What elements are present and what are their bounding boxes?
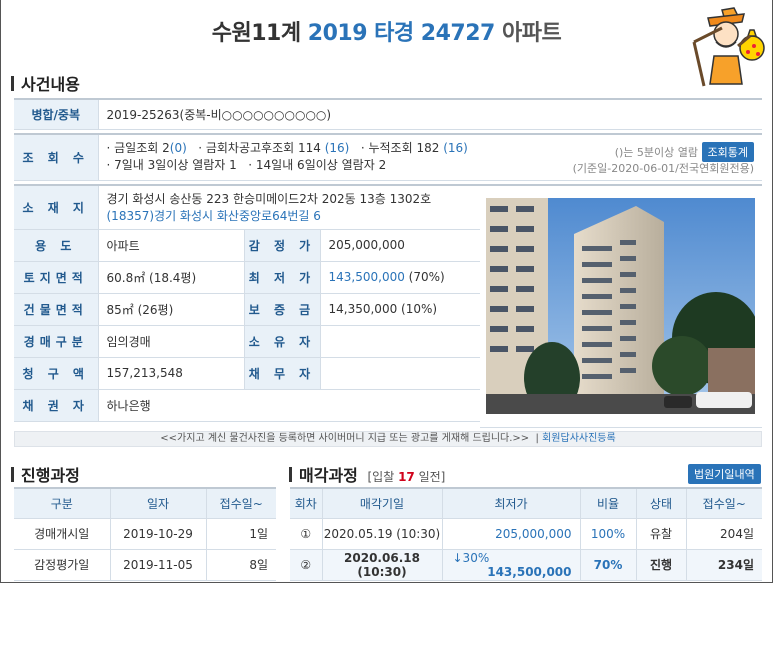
court-name: 수원11계 [211, 21, 301, 46]
claim-value: 157,213,548 [98, 357, 245, 390]
property-type: 아파트 [502, 21, 562, 46]
col-date: 일자 [110, 488, 207, 519]
merged-value: 2019-25263(중복-비○○○○○○○○○○) [98, 99, 762, 130]
col-round: 회차 [290, 488, 323, 519]
views-basis: (기준일-2020-06-01/전국연회원전용) [572, 162, 754, 175]
notice-text: <<가지고 계신 물건사진을 등록하면 사이버머니 지급 또는 광고를 게재해 … [160, 433, 530, 444]
min-price-label: 최 저 가 [244, 261, 321, 294]
table-row: ② 2020.06.18 (10:30) ↓30% 143,500,000 70%… [290, 549, 762, 581]
location-road-link[interactable]: (18357)경기 화성시 화산중앙로64번길 6 [107, 207, 481, 224]
building-area-value: 85㎡ (26평) [98, 293, 245, 326]
property-table: 소 재 지 경기 화성시 송산동 223 한승미메이드2차 202동 13층 1… [14, 184, 480, 422]
location-address: 경기 화성시 송산동 223 한승미메이드2차 202동 13층 1302호 [106, 192, 432, 207]
views-table: 조 회 수 · 금일조회 2(0) · 금회차공고후조회 114 (16) · … [14, 133, 762, 181]
views-stats-button[interactable]: 조회통계 [701, 142, 754, 162]
appraisal-label: 감 정 가 [244, 229, 321, 262]
views-total: 182 [416, 141, 440, 156]
location-value: 경기 화성시 송산동 223 한승미메이드2차 202동 13층 1302호 (… [98, 185, 481, 230]
building-area-label: 건물면적 [14, 293, 99, 326]
register-photo-link[interactable]: 회원답사사진등록 [542, 433, 616, 444]
deposit-value: 14,350,000 (10%) [320, 293, 480, 326]
court-schedule-button[interactable]: 법원기일내역 [688, 464, 761, 484]
owner-value [320, 325, 480, 358]
case-section-heading: 사건내용 [11, 71, 80, 95]
appraisal-value: 205,000,000 [320, 229, 480, 262]
col-days: 접수일~ [206, 488, 276, 519]
creditor-value: 하나은행 [98, 389, 480, 422]
views-value: · 금일조회 2(0) · 금회차공고후조회 114 (16) · 누적조회 1… [98, 134, 762, 181]
col-elapsed: 접수일~ [686, 488, 762, 519]
debtor-label: 채 무 자 [244, 357, 321, 390]
land-area-label: 토지면적 [14, 261, 99, 294]
owner-label: 소 유 자 [244, 325, 321, 358]
usage-value: 아파트 [98, 229, 245, 262]
case-number: 2019 타경 24727 [307, 21, 496, 46]
land-area-value: 60.8㎡ (18.4평) [98, 261, 245, 294]
auction-type-label: 경매구분 [14, 325, 99, 358]
col-min-price: 최저가 [442, 488, 581, 519]
photo-panel [480, 184, 762, 428]
table-row: 경매개시일 2019-10-29 1일 [14, 518, 276, 550]
sale-table: 회차 매각기일 최저가 비율 상태 접수일~ ① 2020.05.19 (10:… [290, 487, 762, 581]
page-title: 수원11계 2019 타경 24727 아파트 [0, 15, 773, 47]
col-rate: 비율 [580, 488, 637, 519]
table-row: 감정평가일 2019-11-05 8일 [14, 549, 276, 581]
views-label: 조 회 수 [14, 134, 99, 181]
table-row: ① 2020.05.19 (10:30) 205,000,000 100% 유찰… [290, 518, 762, 550]
merged-label: 병합/중복 [14, 99, 99, 130]
min-price-value: 143,500,000 (70%) [320, 261, 480, 294]
sale-section-heading: 매각과정 [입찰 17 일전] [289, 462, 445, 486]
col-status: 상태 [636, 488, 687, 519]
debtor-value [320, 357, 480, 390]
views-after: 114 [298, 141, 321, 156]
apartment-photo[interactable] [486, 198, 755, 414]
deposit-label: 보 증 금 [244, 293, 321, 326]
merged-table: 병합/중복 2019-25263(중복-비○○○○○○○○○○) [14, 98, 762, 130]
progress-section-heading: 진행과정 [11, 462, 80, 486]
col-category: 구분 [14, 488, 111, 519]
traveler-mascot-icon [692, 7, 765, 87]
bid-countdown: [입찰 17 일전] [367, 470, 446, 484]
views-7day: · 7일내 3일이상 열람자 1 [106, 158, 237, 173]
views-note: ()는 5분이상 열람 [614, 146, 699, 159]
views-14day: · 14일내 6일이상 열람자 2 [248, 158, 387, 173]
location-label: 소 재 지 [14, 185, 99, 230]
photo-register-notice: <<가지고 계신 물건사진을 등록하면 사이버머니 지급 또는 광고를 게재해 … [14, 431, 762, 447]
progress-table: 구분 일자 접수일~ 경매개시일 2019-10-29 1일 감정평가일 201… [14, 487, 276, 581]
creditor-label: 채 권 자 [14, 389, 99, 422]
auction-type-value: 임의경매 [98, 325, 245, 358]
claim-label: 청 구 액 [14, 357, 99, 390]
usage-label: 용 도 [14, 229, 99, 262]
col-sale-date: 매각기일 [322, 488, 443, 519]
views-today: 2 [162, 141, 170, 156]
